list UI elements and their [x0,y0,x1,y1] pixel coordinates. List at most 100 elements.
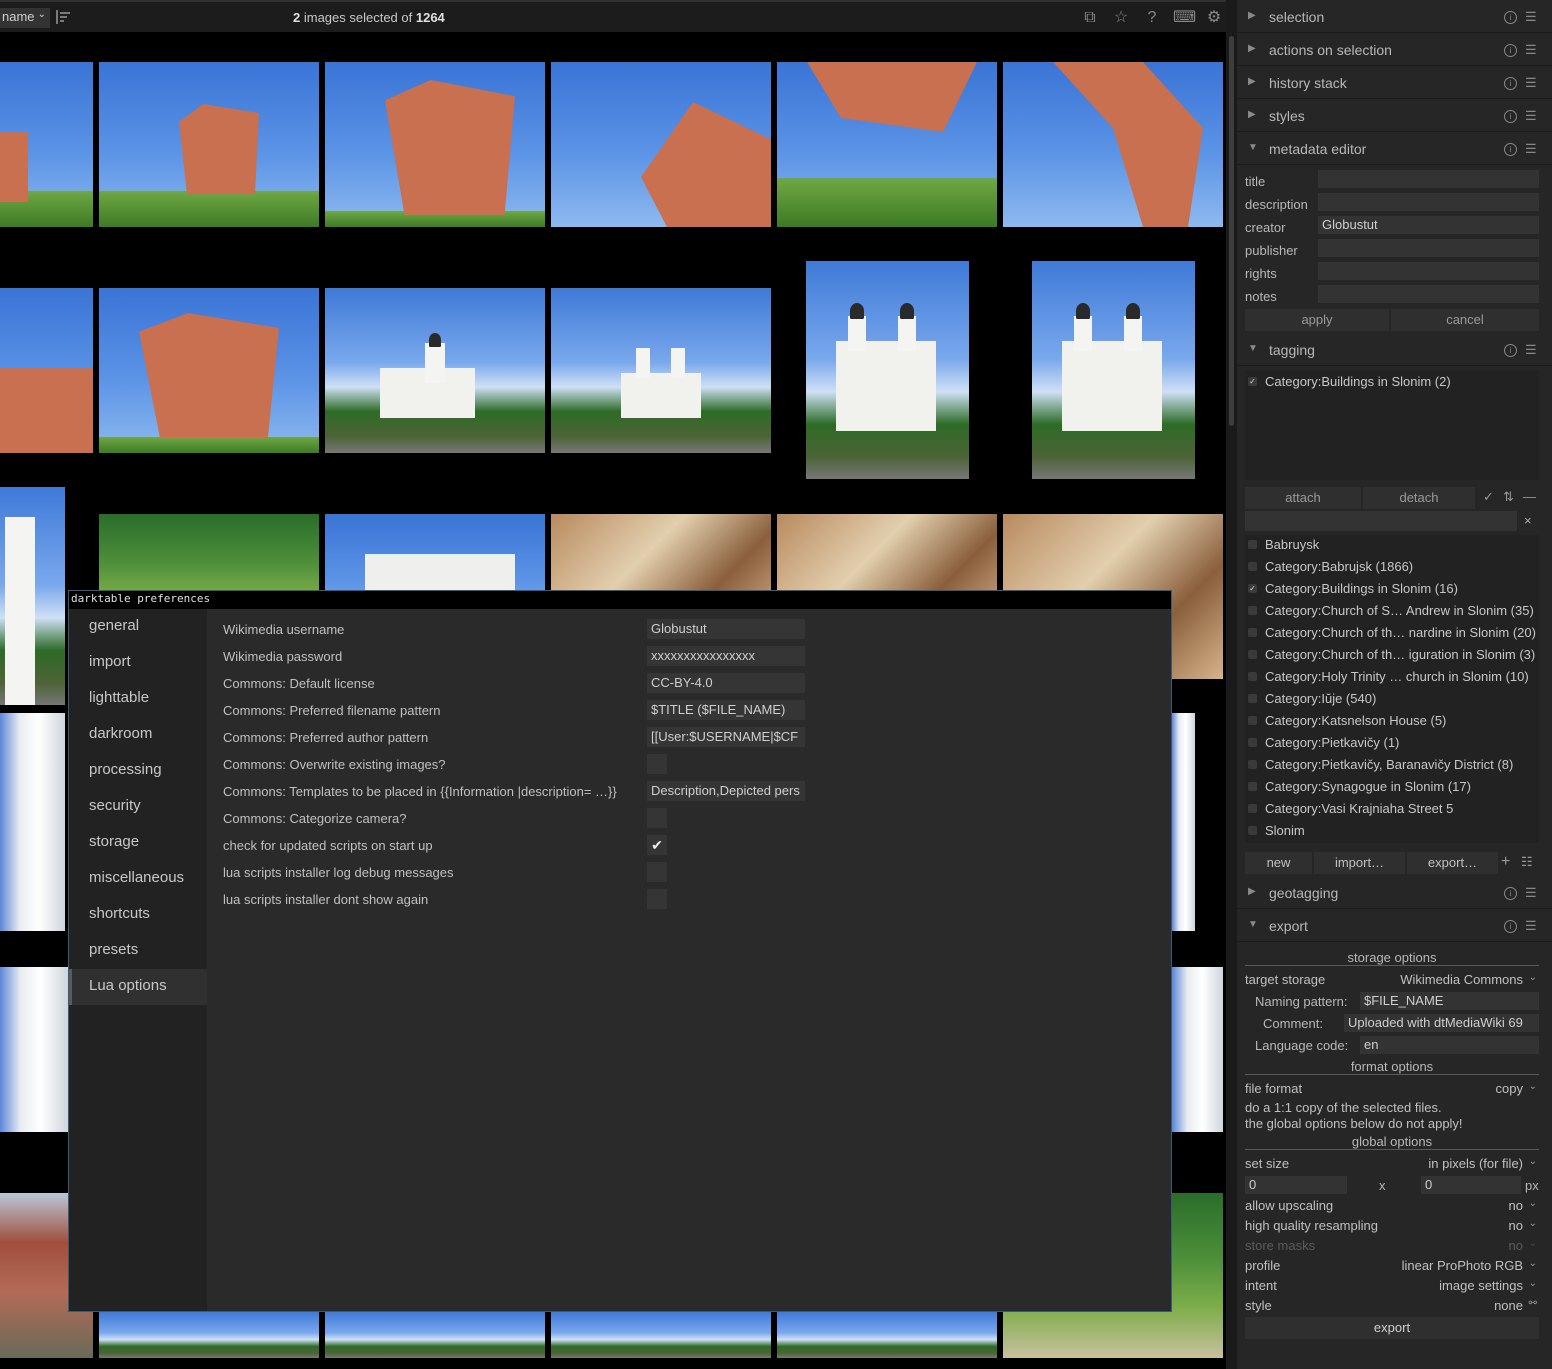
thumbnail[interactable] [551,1312,771,1358]
dictionary-tag-item[interactable]: Category:Pietkavičy, Baranavičy District… [1245,756,1539,776]
plus-icon[interactable]: + [1501,853,1510,871]
toggle-hide-icon[interactable]: ✓ [1483,489,1494,505]
author-pattern-input[interactable]: [[User:$USERNAME|$CF [647,727,805,747]
info-icon[interactable]: i [1504,887,1517,900]
sort-toggle-icon[interactable]: ⇅ [1503,489,1514,505]
clear-search-icon[interactable]: × [1524,513,1532,528]
categorize-camera-checkbox[interactable] [647,808,667,828]
module-export[interactable]: ▼ export i ☰ [1237,910,1552,942]
thumbnail[interactable] [0,967,68,1132]
presets-menu-icon[interactable]: ☰ [1525,9,1537,25]
nav-shortcuts[interactable]: shortcuts [69,897,207,933]
import-tags-button[interactable]: import… [1314,852,1405,874]
gear-icon[interactable]: ⚙ [1204,8,1224,28]
style-row[interactable]: style none ⚯ [1245,1296,1539,1316]
metadata-description-field[interactable] [1318,193,1539,211]
presets-menu-icon[interactable]: ☰ [1525,141,1537,157]
check-updates-checkbox[interactable]: ✔ [647,835,667,855]
language-code-input[interactable]: en [1360,1036,1539,1054]
nav-storage[interactable]: storage [69,825,207,861]
hq-resampling-row[interactable]: high quality resampling no ⌄ [1245,1216,1539,1236]
info-icon[interactable]: i [1504,11,1517,24]
dictionary-tag-item[interactable]: Category:Vasi Krajniaha Street 5 [1245,800,1539,820]
dictionary-tag-item[interactable]: Category:Synagogue in Slonim (17) [1245,778,1539,798]
module-tagging[interactable]: ▼ tagging i ☰ [1237,334,1552,366]
presets-menu-icon[interactable]: ☰ [1525,108,1537,124]
checkbox-icon[interactable] [1248,738,1257,747]
sort-dropdown[interactable]: name ⌄ [0,8,50,28]
new-tag-button[interactable]: new [1245,852,1312,874]
naming-pattern-input[interactable]: $FILE_NAME [1360,992,1539,1010]
checkbox-icon[interactable] [1248,672,1257,681]
default-license-input[interactable]: CC-BY-4.0 [647,673,805,693]
nav-import[interactable]: import [69,645,207,681]
checkbox-icon[interactable] [1248,804,1257,813]
dictionary-tag-item[interactable]: Babruysk [1245,536,1539,556]
dictionary-tag-item[interactable]: Category:Holy Trinity … church in Slonim… [1245,668,1539,688]
presets-menu-icon[interactable]: ☰ [1525,75,1537,91]
dictionary-tag-item[interactable]: Category:Church of th… nardine in Slonim… [1245,624,1539,644]
thumbnail[interactable] [1003,62,1223,227]
nav-general[interactable]: general [69,609,207,645]
presets-menu-icon[interactable]: ☰ [1525,885,1537,901]
dictionary-tag-item[interactable]: Category:Pietkavičy (1) [1245,734,1539,754]
thumbnail[interactable] [777,62,997,227]
nav-miscellaneous[interactable]: miscellaneous [69,861,207,897]
info-icon[interactable]: i [1504,143,1517,156]
thumbnail[interactable] [0,62,93,227]
metadata-title-field[interactable] [1318,170,1539,188]
dictionary-tag-item[interactable]: Category:Babrujsk (1866) [1245,558,1539,578]
module-styles[interactable]: ▶ styles i ☰ [1237,100,1552,132]
checkbox-icon[interactable] [1248,782,1257,791]
thumbnail[interactable] [1172,967,1223,1132]
nav-darkroom[interactable]: darkroom [69,717,207,753]
tag-search-input[interactable] [1245,511,1517,531]
module-metadata-editor[interactable]: ▼ metadata editor i ☰ [1237,133,1552,165]
metadata-apply-button[interactable]: apply [1245,309,1389,331]
checkbox-checked-icon[interactable]: ✓ [1248,377,1257,386]
dictionary-tag-item[interactable]: Slonim [1245,822,1539,842]
dictionary-tag-item[interactable]: ✓ Category:Buildings in Slonim (16) [1245,580,1539,600]
grouping-icon[interactable]: ⧉ [1080,8,1100,28]
sort-order-icon[interactable] [54,8,72,26]
star-overlay-icon[interactable]: ☆ [1111,8,1131,28]
comment-input[interactable]: Uploaded with dtMediaWiki 69 [1344,1014,1539,1032]
info-icon[interactable]: i [1504,920,1517,933]
info-icon[interactable]: i [1504,77,1517,90]
detach-button[interactable]: detach [1363,487,1475,509]
overwrite-images-checkbox[interactable] [647,754,667,774]
tree-view-icon[interactable]: ☷ [1521,854,1533,870]
dictionary-tag-item[interactable]: Category:Church of S… Andrew in Slonim (… [1245,602,1539,622]
info-icon[interactable]: i [1504,344,1517,357]
checkbox-checked-icon[interactable]: ✓ [1248,584,1257,593]
thumbnail[interactable] [806,261,969,479]
checkbox-icon[interactable] [1248,562,1257,571]
height-input[interactable]: 0 [1421,1176,1521,1194]
nav-presets[interactable]: presets [69,933,207,969]
width-input[interactable]: 0 [1245,1176,1347,1194]
nav-lighttable[interactable]: lighttable [69,681,207,717]
metadata-publisher-field[interactable] [1318,239,1539,257]
keyboard-icon[interactable]: ⌨ [1173,8,1196,28]
nav-security[interactable]: security [69,789,207,825]
export-tags-button[interactable]: export… [1407,852,1498,874]
presets-menu-icon[interactable]: ☰ [1525,918,1537,934]
help-icon[interactable]: ? [1142,8,1162,28]
checkbox-icon[interactable] [1248,716,1257,725]
checkbox-icon[interactable] [1248,694,1257,703]
dictionary-tag-item[interactable]: Category:Iŭje (540) [1245,690,1539,710]
dictionary-tag-item[interactable]: Category:Katsnelson House (5) [1245,712,1539,732]
allow-upscaling-row[interactable]: allow upscaling no ⌄ [1245,1196,1539,1216]
info-icon[interactable]: i [1504,44,1517,57]
checkbox-icon[interactable] [1248,826,1257,835]
filename-pattern-input[interactable]: $TITLE ($FILE_NAME) [647,700,805,720]
file-format-row[interactable]: file format copy ⌄ [1245,1079,1539,1099]
metadata-creator-field[interactable]: Globustut [1318,216,1539,234]
thumbnail[interactable] [0,487,65,705]
module-geotagging[interactable]: ▶ geotagging i ☰ [1237,877,1552,909]
dictionary-tag-item[interactable]: Category:Church of th… iguration in Slon… [1245,646,1539,666]
thumbnail[interactable] [99,62,319,227]
metadata-rights-field[interactable] [1318,262,1539,280]
thumbnail[interactable] [551,288,771,453]
thumbnail[interactable] [325,288,545,453]
